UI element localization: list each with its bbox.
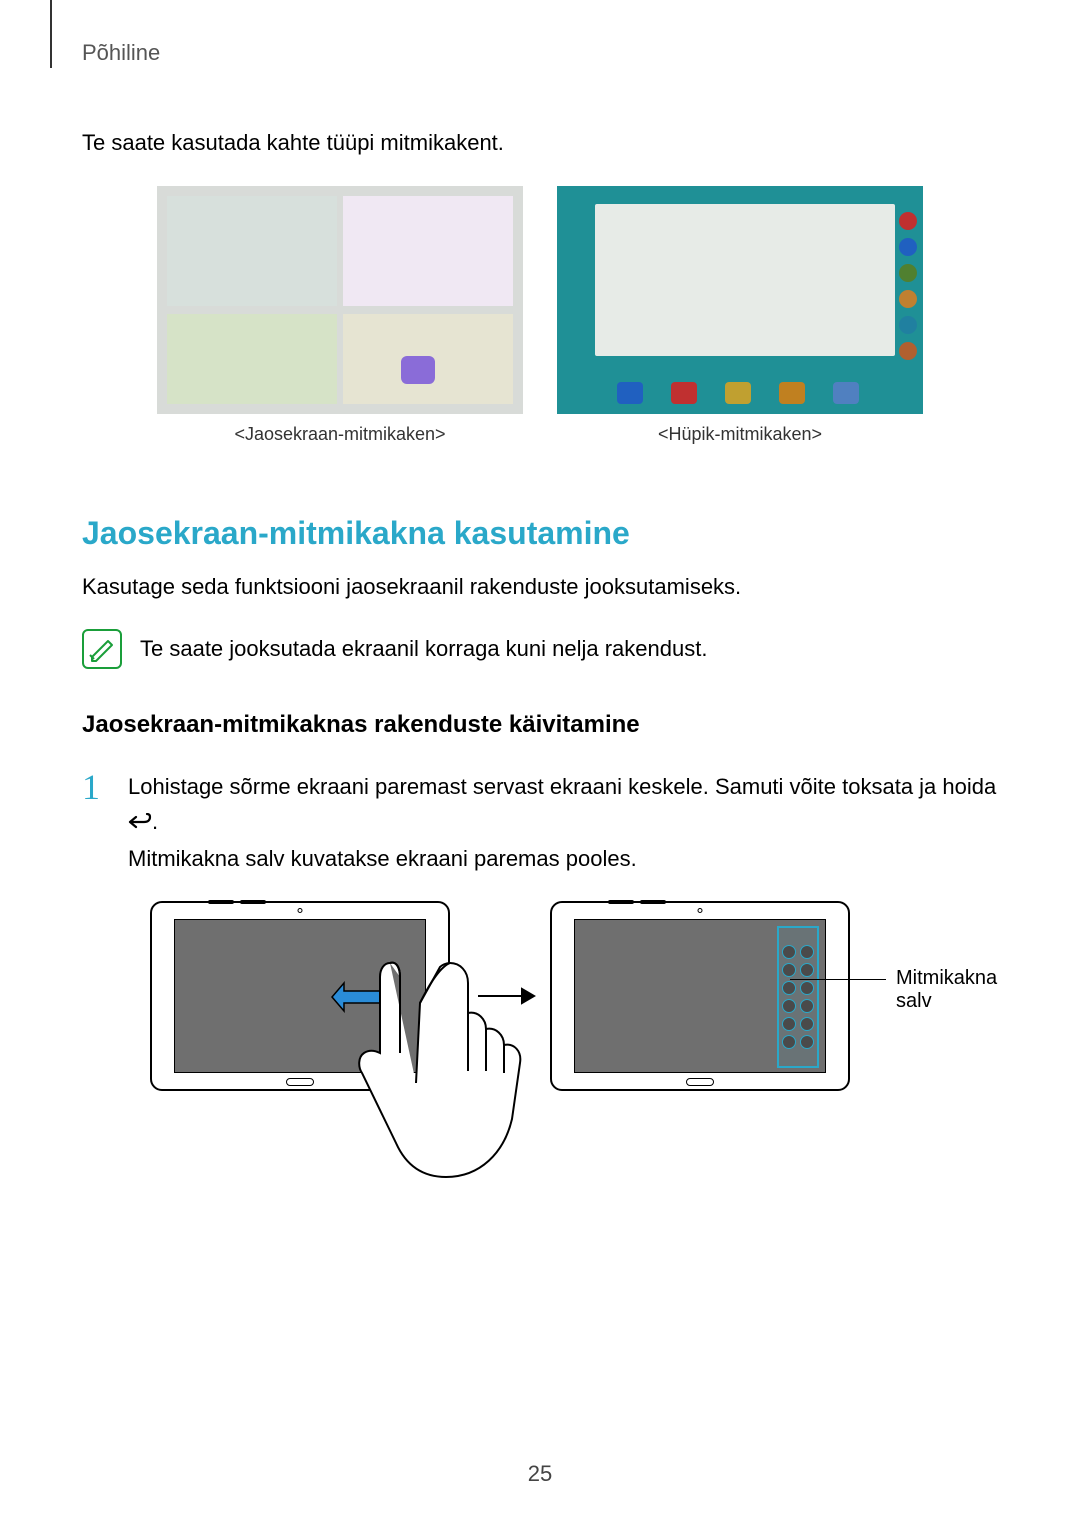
callout-label: Mitmikakna salv <box>896 967 997 1013</box>
step-number: 1 <box>82 769 110 877</box>
back-icon <box>128 806 152 841</box>
document-page: Põhiline Te saate kasutada kahte tüüpi m… <box>0 0 1080 1527</box>
gesture-diagram: Mitmikakna salv <box>150 901 930 1181</box>
intro-text: Te saate kasutada kahte tüüpi mitmikaken… <box>82 130 998 156</box>
step-text-a: Lohistage sõrme ekraani paremast servast… <box>128 774 996 799</box>
heading-3: Jaosekraan-mitmikaknas rakenduste käivit… <box>82 711 998 739</box>
header-rule <box>50 0 52 68</box>
hand-icon <box>300 943 560 1183</box>
multiwindow-tray <box>777 926 819 1068</box>
note-row: Te saate jooksutada ekraanil korraga kun… <box>82 629 998 669</box>
callout-line <box>790 979 886 981</box>
play-icon <box>401 356 435 384</box>
page-number: 25 <box>528 1461 552 1487</box>
step-text-c: Mitmikakna salv kuvatakse ekraani parema… <box>128 846 637 871</box>
transition-arrow-icon <box>478 987 536 1005</box>
popup-multiwindow-thumbnail <box>555 184 925 416</box>
caption-left: <Jaosekraan-mitmikaken> <box>234 424 445 445</box>
caption-right: <Hüpik-mitmikaken> <box>658 424 822 445</box>
note-icon <box>82 629 122 669</box>
tablet-after <box>550 901 850 1091</box>
step-text: Lohistage sõrme ekraani paremast servast… <box>128 769 998 877</box>
figure-row: <Jaosekraan-mitmikaken> <Hüpik-mitmikake… <box>82 184 998 445</box>
step-text-b: . <box>152 809 158 834</box>
section-header: Põhiline <box>82 40 998 66</box>
split-multiwindow-thumbnail <box>155 184 525 416</box>
step-1: 1 Lohistage sõrme ekraani paremast serva… <box>82 769 998 877</box>
figure-right: <Hüpik-mitmikaken> <box>555 184 925 445</box>
note-text: Te saate jooksutada ekraanil korraga kun… <box>140 636 707 662</box>
heading-2: Jaosekraan-mitmikakna kasutamine <box>82 515 998 552</box>
paragraph-1: Kasutage seda funktsiooni jaosekraanil r… <box>82 570 998 603</box>
figure-left: <Jaosekraan-mitmikaken> <box>155 184 525 445</box>
